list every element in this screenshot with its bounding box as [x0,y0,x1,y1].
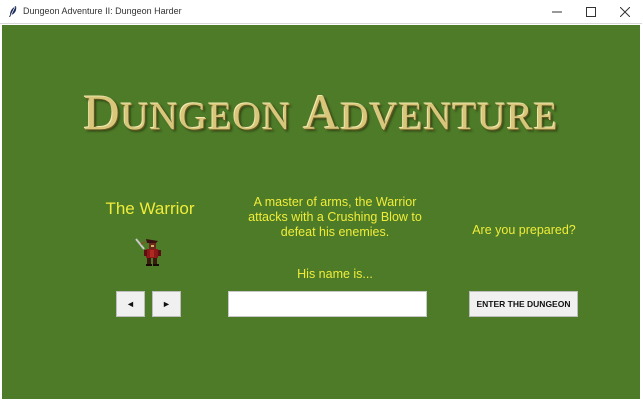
next-character-button[interactable]: ► [152,291,181,317]
logo-word-dungeon: DUNGEON [83,84,292,140]
close-button[interactable] [608,0,642,24]
character-description: A master of arms, the Warrior attacks wi… [248,195,422,239]
character-class-name: The Warrior [105,199,195,218]
maximize-button[interactable] [574,0,608,24]
game-canvas: DUNGEON ADVENTURE The Warrior A master of… [2,25,640,399]
prepared-prompt: Are you prepared? [472,223,576,237]
hero-name-input[interactable] [228,291,427,317]
previous-character-button[interactable]: ◄ [116,291,145,317]
game-logo: DUNGEON ADVENTURE [2,87,640,137]
minimize-button[interactable] [540,0,574,24]
warrior-sprite [132,233,168,267]
title-bar: Dungeon Adventure II: Dungeon Harder [0,0,642,24]
name-prompt: His name is... [297,267,373,281]
enter-dungeon-button[interactable]: ENTER THE DUNGEON [469,291,578,317]
minimize-icon [552,11,562,13]
maximize-icon [586,7,596,17]
close-icon [620,7,630,17]
window-title: Dungeon Adventure II: Dungeon Harder [23,6,182,16]
logo-word-adventure: ADVENTURE [303,84,559,140]
feather-icon [7,5,19,18]
